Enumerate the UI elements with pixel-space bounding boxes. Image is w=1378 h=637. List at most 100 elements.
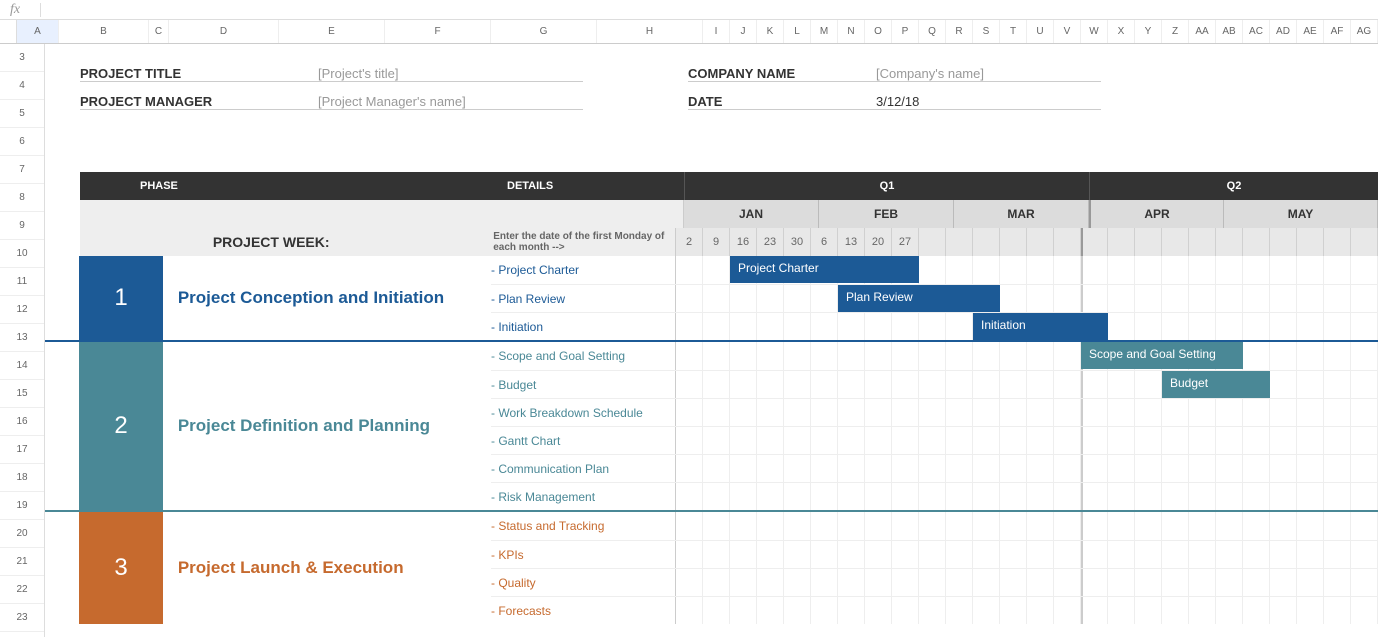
week-cell[interactable]: 13 [838, 228, 865, 256]
gantt-bar[interactable]: Scope and Goal Setting [1081, 342, 1243, 369]
project-manager-value[interactable]: [Project Manager's name] [318, 94, 583, 110]
row-header-16[interactable]: 16 [0, 408, 44, 436]
col-header-AD[interactable]: AD [1270, 20, 1297, 43]
gantt-area[interactable] [676, 512, 1378, 540]
week-cell[interactable] [1162, 228, 1189, 256]
gantt-area[interactable]: Plan Review [676, 285, 1378, 312]
gantt-bar[interactable]: Project Charter [730, 256, 919, 283]
row-header-8[interactable]: 8 [0, 184, 44, 212]
spreadsheet-grid[interactable]: PROJECT TITLE [Project's title] COMPANY … [45, 44, 1378, 637]
task-detail[interactable]: - Risk Management [491, 483, 676, 510]
week-cell[interactable] [1135, 228, 1162, 256]
row-header-23[interactable]: 23 [0, 604, 44, 632]
week-cell[interactable] [1108, 228, 1135, 256]
gantt-area[interactable] [676, 455, 1378, 482]
col-header-W[interactable]: W [1081, 20, 1108, 43]
task-detail[interactable]: - Communication Plan [491, 455, 676, 482]
task-detail[interactable]: - Work Breakdown Schedule [491, 399, 676, 426]
row-header-4[interactable]: 4 [0, 72, 44, 100]
task-detail[interactable]: - Gantt Chart [491, 427, 676, 454]
col-header-F[interactable]: F [385, 20, 491, 43]
col-header-AG[interactable]: AG [1351, 20, 1378, 43]
task-detail[interactable]: - Initiation [491, 313, 676, 340]
col-header-P[interactable]: P [892, 20, 919, 43]
col-header-AF[interactable]: AF [1324, 20, 1351, 43]
col-header-X[interactable]: X [1108, 20, 1135, 43]
col-header-U[interactable]: U [1027, 20, 1054, 43]
week-cell[interactable] [1216, 228, 1243, 256]
week-cell[interactable] [973, 228, 1000, 256]
task-detail[interactable]: - Quality [491, 569, 676, 596]
week-cell[interactable] [1243, 228, 1270, 256]
gantt-area[interactable]: Project Charter [676, 256, 1378, 284]
col-header-R[interactable]: R [946, 20, 973, 43]
project-title-value[interactable]: [Project's title] [318, 66, 583, 82]
week-cell[interactable] [1081, 228, 1108, 256]
col-header-K[interactable]: K [757, 20, 784, 43]
row-header-12[interactable]: 12 [0, 296, 44, 324]
week-cell[interactable] [1000, 228, 1027, 256]
row-header-15[interactable]: 15 [0, 380, 44, 408]
gantt-area[interactable] [676, 541, 1378, 568]
col-header-E[interactable]: E [279, 20, 385, 43]
task-detail[interactable]: - Forecasts [491, 597, 676, 624]
formula-bar[interactable]: fx [0, 0, 1378, 20]
row-header-11[interactable]: 11 [0, 268, 44, 296]
week-cell[interactable]: 23 [757, 228, 784, 256]
gantt-area[interactable] [676, 399, 1378, 426]
gantt-bar[interactable]: Initiation [973, 313, 1108, 340]
date-value[interactable]: 3/12/18 [876, 94, 1101, 110]
row-header-7[interactable]: 7 [0, 156, 44, 184]
gantt-area[interactable] [676, 569, 1378, 596]
week-cell[interactable]: 20 [865, 228, 892, 256]
task-detail[interactable]: - Plan Review [491, 285, 676, 312]
row-header-13[interactable]: 13 [0, 324, 44, 352]
col-header-AE[interactable]: AE [1297, 20, 1324, 43]
week-cell[interactable] [946, 228, 973, 256]
col-header-T[interactable]: T [1000, 20, 1027, 43]
row-header-17[interactable]: 17 [0, 436, 44, 464]
week-cell[interactable] [1054, 228, 1081, 256]
task-detail[interactable]: - Budget [491, 371, 676, 398]
col-header-L[interactable]: L [784, 20, 811, 43]
col-header-G[interactable]: G [491, 20, 597, 43]
row-header-6[interactable]: 6 [0, 128, 44, 156]
col-header-H[interactable]: H [597, 20, 703, 43]
col-header-M[interactable]: M [811, 20, 838, 43]
row-header-18[interactable]: 18 [0, 464, 44, 492]
col-header-I[interactable]: I [703, 20, 730, 43]
week-cell[interactable] [919, 228, 946, 256]
corner-cell[interactable] [0, 20, 17, 43]
gantt-area[interactable] [676, 427, 1378, 454]
gantt-bar[interactable]: Plan Review [838, 285, 1000, 312]
week-cell[interactable]: 16 [730, 228, 757, 256]
week-cell[interactable] [1270, 228, 1297, 256]
row-header-22[interactable]: 22 [0, 576, 44, 604]
row-header-20[interactable]: 20 [0, 520, 44, 548]
week-cell[interactable] [1027, 228, 1054, 256]
col-header-Z[interactable]: Z [1162, 20, 1189, 43]
week-cell[interactable] [1189, 228, 1216, 256]
company-name-value[interactable]: [Company's name] [876, 66, 1101, 82]
week-cell[interactable]: 2 [676, 228, 703, 256]
gantt-area[interactable]: Initiation [676, 313, 1378, 340]
row-header-5[interactable]: 5 [0, 100, 44, 128]
col-header-J[interactable]: J [730, 20, 757, 43]
task-detail[interactable]: - Status and Tracking [491, 512, 676, 540]
row-header-9[interactable]: 9 [0, 212, 44, 240]
week-cell[interactable]: 9 [703, 228, 730, 256]
task-detail[interactable]: - KPIs [491, 541, 676, 568]
gantt-area[interactable] [676, 483, 1378, 510]
col-header-A[interactable]: A [17, 20, 59, 43]
col-header-V[interactable]: V [1054, 20, 1081, 43]
col-header-N[interactable]: N [838, 20, 865, 43]
row-header-21[interactable]: 21 [0, 548, 44, 576]
gantt-bar[interactable]: Budget [1162, 371, 1270, 398]
week-cell[interactable] [1297, 228, 1324, 256]
col-header-C[interactable]: C [149, 20, 169, 43]
row-header-19[interactable]: 19 [0, 492, 44, 520]
col-header-B[interactable]: B [59, 20, 149, 43]
week-cell[interactable]: 6 [811, 228, 838, 256]
task-detail[interactable]: - Project Charter [491, 256, 676, 284]
gantt-area[interactable] [676, 597, 1378, 624]
